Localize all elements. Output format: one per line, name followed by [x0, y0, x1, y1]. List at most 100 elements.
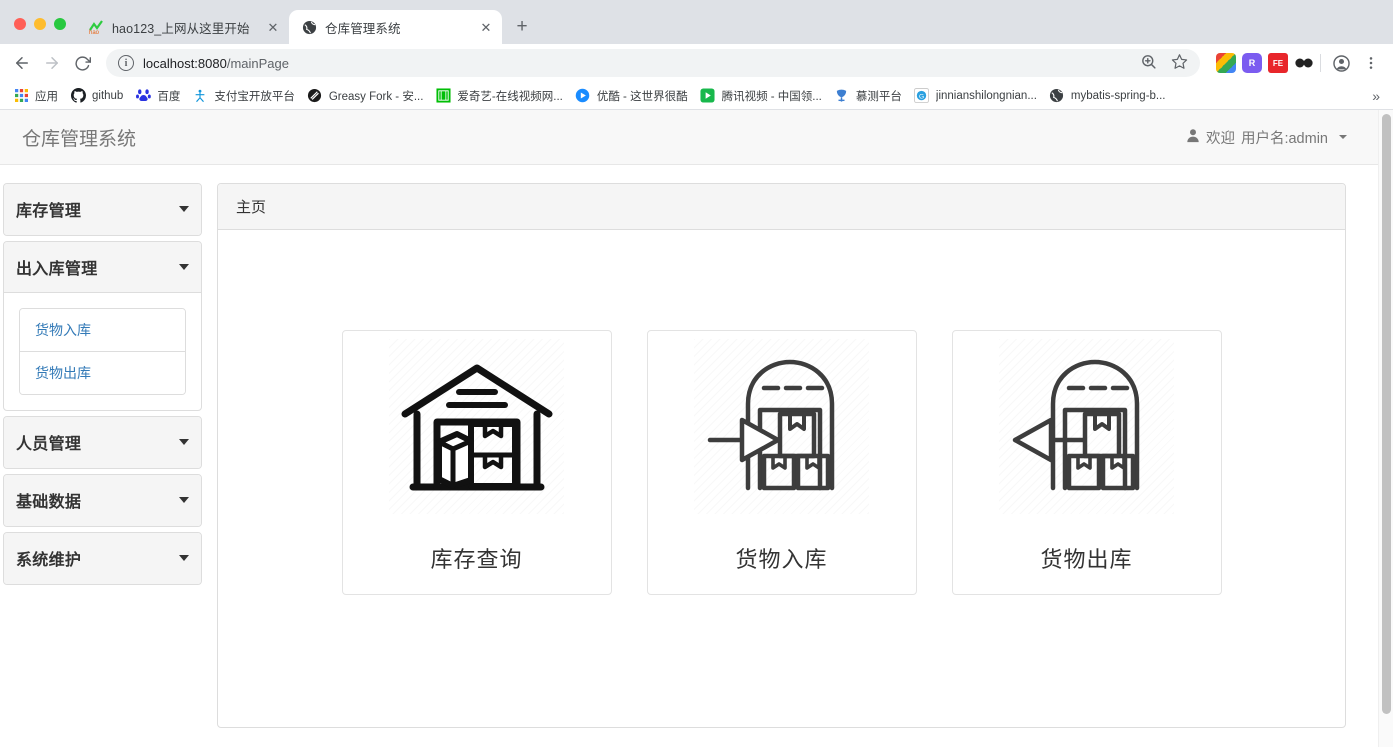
bookmark-label: 腾讯视频 - 中国领...: [721, 90, 822, 103]
minimize-window-button[interactable]: [34, 18, 46, 30]
tab-strip: hao hao123_上网从这里开始 ✕ 仓库管理系统 ✕ +: [0, 0, 1393, 44]
page-viewport: 仓库管理系统 欢迎 用户名:admin 库存管理 出入库管理 货物入库 货物出库…: [0, 110, 1393, 747]
hao123-icon: hao: [88, 19, 104, 35]
bookmark-mooctest[interactable]: 慕测平台: [830, 86, 910, 106]
greasyfork-icon: [307, 88, 323, 104]
bookmark-label: 爱奇艺-在线视频网...: [457, 90, 563, 103]
card-inventory-query[interactable]: 库存查询: [341, 330, 612, 595]
bookmarks-overflow-button[interactable]: »: [1372, 88, 1384, 104]
bookmark-mybatis-spring[interactable]: mybatis-spring-b...: [1045, 86, 1174, 106]
card-goods-inbound[interactable]: 货物入库: [646, 330, 917, 595]
caret-down-icon: [179, 264, 189, 270]
page-scrollbar-thumb[interactable]: [1382, 114, 1391, 714]
chevron-down-icon: [1339, 135, 1347, 139]
mooctest-icon: [834, 88, 850, 104]
bookmark-label: Greasy Fork - 安...: [328, 90, 424, 103]
omnibox-actions: [1140, 53, 1188, 73]
sidebar-item-system-maintenance: 系统维护: [3, 532, 202, 585]
bookmark-baidu[interactable]: 百度: [131, 86, 188, 106]
close-window-button[interactable]: [14, 18, 26, 30]
sidebar-item-label: 出入库管理: [16, 261, 98, 278]
sidebar-item-label: 库存管理: [16, 203, 82, 220]
user-greeting: 欢迎: [1205, 130, 1235, 147]
bookmark-github[interactable]: github: [66, 86, 131, 106]
card-label: 货物出库: [1040, 547, 1133, 572]
back-button[interactable]: [8, 49, 36, 77]
sidebar-item-label: 系统维护: [16, 552, 82, 569]
tab-title: 仓库管理系统: [325, 21, 401, 36]
caret-down-icon: [179, 206, 189, 212]
zoom-search-icon[interactable]: [1140, 53, 1157, 73]
bookmark-label: 百度: [157, 90, 181, 103]
user-avatar-icon: [1186, 128, 1200, 146]
extension-icons: R FE: [1210, 53, 1314, 73]
bookmark-jinnianshilongnian[interactable]: G jinnianshilongnian...: [910, 86, 1045, 106]
sidebar-submenu: 货物入库 货物出库: [4, 293, 201, 410]
sidebar-header-inout-management[interactable]: 出入库管理: [4, 242, 201, 293]
dark-glasses-extension-icon[interactable]: [1294, 53, 1314, 73]
warehouse-app: 仓库管理系统 欢迎 用户名:admin 库存管理 出入库管理 货物入库 货物出库…: [0, 110, 1378, 747]
bookmark-tencent-video[interactable]: 腾讯视频 - 中国领...: [696, 86, 830, 106]
baidu-icon: [135, 88, 151, 104]
user-menu[interactable]: 欢迎 用户名:admin: [1186, 127, 1363, 148]
maximize-window-button[interactable]: [54, 18, 66, 30]
bookmark-alipay[interactable]: 支付宝开放平台: [188, 86, 303, 106]
bookmark-label: mybatis-spring-b...: [1070, 89, 1166, 102]
account-icon[interactable]: [1327, 49, 1355, 77]
url-host: localhost:8080: [143, 55, 227, 71]
svg-text:G: G: [919, 93, 924, 100]
fe-extension-icon[interactable]: FE: [1268, 53, 1288, 73]
bookmark-apps[interactable]: 应用: [9, 86, 66, 106]
sidebar: 库存管理 出入库管理 货物入库 货物出库 人员管理 基础数据 系统维护: [0, 183, 217, 728]
content-body: 库存查询 货物入库 货物出库: [218, 230, 1345, 635]
colorful-extension-icon[interactable]: [1216, 53, 1236, 73]
sidebar-header-system-maintenance[interactable]: 系统维护: [4, 533, 201, 584]
toolbar-divider: [1320, 54, 1321, 72]
github-icon: [70, 88, 86, 104]
star-icon[interactable]: [1171, 53, 1188, 73]
bookmark-iqiyi[interactable]: 爱奇艺-在线视频网...: [431, 86, 570, 106]
app-navbar: 仓库管理系统 欢迎 用户名:admin: [0, 110, 1378, 165]
globe-icon: [1049, 88, 1065, 104]
svg-text:hao: hao: [89, 30, 100, 35]
browser-toolbar: i localhost:8080/mainPage R FE: [0, 44, 1393, 82]
blog-icon: G: [914, 88, 930, 104]
sidebar-submenu-list: 货物入库 货物出库: [19, 308, 186, 395]
sidebar-subitem-goods-outbound[interactable]: 货物出库: [20, 352, 185, 394]
sidebar-item-staff-management: 人员管理: [3, 416, 202, 469]
tencent-video-icon: [700, 88, 716, 104]
app-brand[interactable]: 仓库管理系统: [15, 124, 136, 151]
browser-tab-warehouse[interactable]: 仓库管理系统 ✕: [289, 10, 502, 44]
browser-tab-hao123[interactable]: hao hao123_上网从这里开始 ✕: [76, 10, 289, 44]
caret-down-icon: [179, 439, 189, 445]
sidebar-item-basic-data: 基础数据: [3, 474, 202, 527]
address-bar[interactable]: i localhost:8080/mainPage: [106, 49, 1200, 77]
sidebar-item-label: 基础数据: [16, 494, 82, 511]
reload-button[interactable]: [68, 49, 96, 77]
bookmark-greasyfork[interactable]: Greasy Fork - 安...: [303, 86, 432, 106]
sidebar-subitem-goods-inbound[interactable]: 货物入库: [20, 309, 185, 352]
shortcut-cards: 库存查询 货物入库 货物出库: [238, 270, 1325, 595]
card-goods-outbound[interactable]: 货物出库: [951, 330, 1222, 595]
user-name: 用户名:admin: [1240, 130, 1328, 147]
content-panel: 主页 库存查询 货物入库 货物出库: [217, 183, 1346, 728]
new-tab-button[interactable]: +: [508, 13, 536, 41]
forward-button[interactable]: [38, 49, 66, 77]
card-label: 库存查询: [430, 547, 523, 572]
close-icon[interactable]: ✕: [265, 19, 281, 35]
page-title: 主页: [218, 184, 1345, 230]
site-info-icon[interactable]: i: [118, 55, 134, 71]
page-scrollbar[interactable]: [1378, 110, 1393, 747]
purple-hex-extension-icon[interactable]: R: [1242, 53, 1262, 73]
sidebar-header-basic-data[interactable]: 基础数据: [4, 475, 201, 526]
warehouse-boxes-icon: [389, 339, 564, 514]
sidebar-header-staff-management[interactable]: 人员管理: [4, 417, 201, 468]
three-dot-menu-icon[interactable]: [1357, 49, 1385, 77]
bookmark-label: github: [92, 89, 124, 102]
url-path: /mainPage: [226, 55, 289, 71]
url-text: localhost:8080/mainPage: [143, 56, 289, 71]
sidebar-header-inventory-management[interactable]: 库存管理: [4, 184, 201, 235]
window-traffic-lights: [8, 18, 76, 44]
bookmark-youku[interactable]: 优酷 - 这世界很酷: [571, 86, 696, 106]
close-icon[interactable]: ✕: [478, 19, 494, 35]
